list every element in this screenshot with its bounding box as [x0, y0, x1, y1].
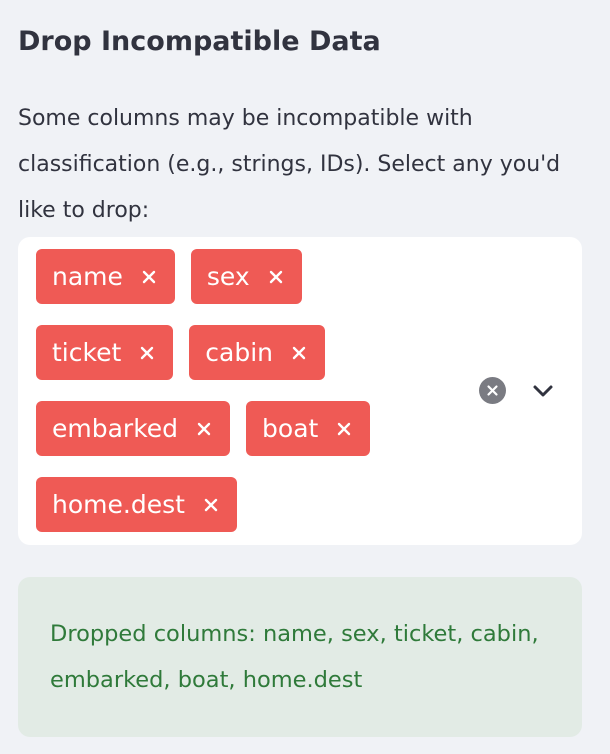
tag-label: cabin	[205, 338, 273, 367]
tag-cabin: cabin	[189, 325, 325, 380]
section-description: Some columns may be incompatible with cl…	[18, 106, 561, 223]
tag-boat: boat	[246, 401, 371, 456]
tag-label: sex	[206, 262, 250, 291]
tag-name: name	[36, 249, 175, 304]
section-title: Drop Incompatible Data	[18, 26, 381, 57]
chevron-down-icon[interactable]	[530, 378, 556, 404]
close-icon[interactable]	[266, 267, 286, 287]
clear-circle-icon[interactable]	[479, 377, 506, 404]
close-icon[interactable]	[289, 343, 309, 363]
tag-sex: sex	[190, 249, 302, 304]
multiselect-controls	[479, 377, 556, 404]
success-alert: Dropped columns: name, sex, ticket, cabi…	[18, 577, 582, 737]
tag-ticket: ticket	[36, 325, 174, 380]
tag-embarked: embarked	[36, 401, 231, 456]
tag-label: ticket	[52, 338, 122, 367]
tag-label: boat	[262, 414, 319, 443]
close-icon[interactable]	[137, 343, 157, 363]
tag-label: name	[52, 262, 123, 291]
tag-label: home.dest	[52, 490, 185, 519]
tag-home-dest: home.dest	[36, 477, 237, 532]
columns-multiselect[interactable]: name sex ticket cabin embarked boat home…	[18, 237, 582, 545]
selected-tags: name sex ticket cabin embarked boat home…	[36, 249, 456, 553]
close-icon[interactable]	[201, 495, 221, 515]
tag-label: embarked	[52, 414, 179, 443]
success-message: Dropped columns: name, sex, ticket, cabi…	[50, 621, 539, 693]
close-icon[interactable]	[334, 419, 354, 439]
close-icon[interactable]	[194, 419, 214, 439]
close-icon[interactable]	[139, 267, 159, 287]
